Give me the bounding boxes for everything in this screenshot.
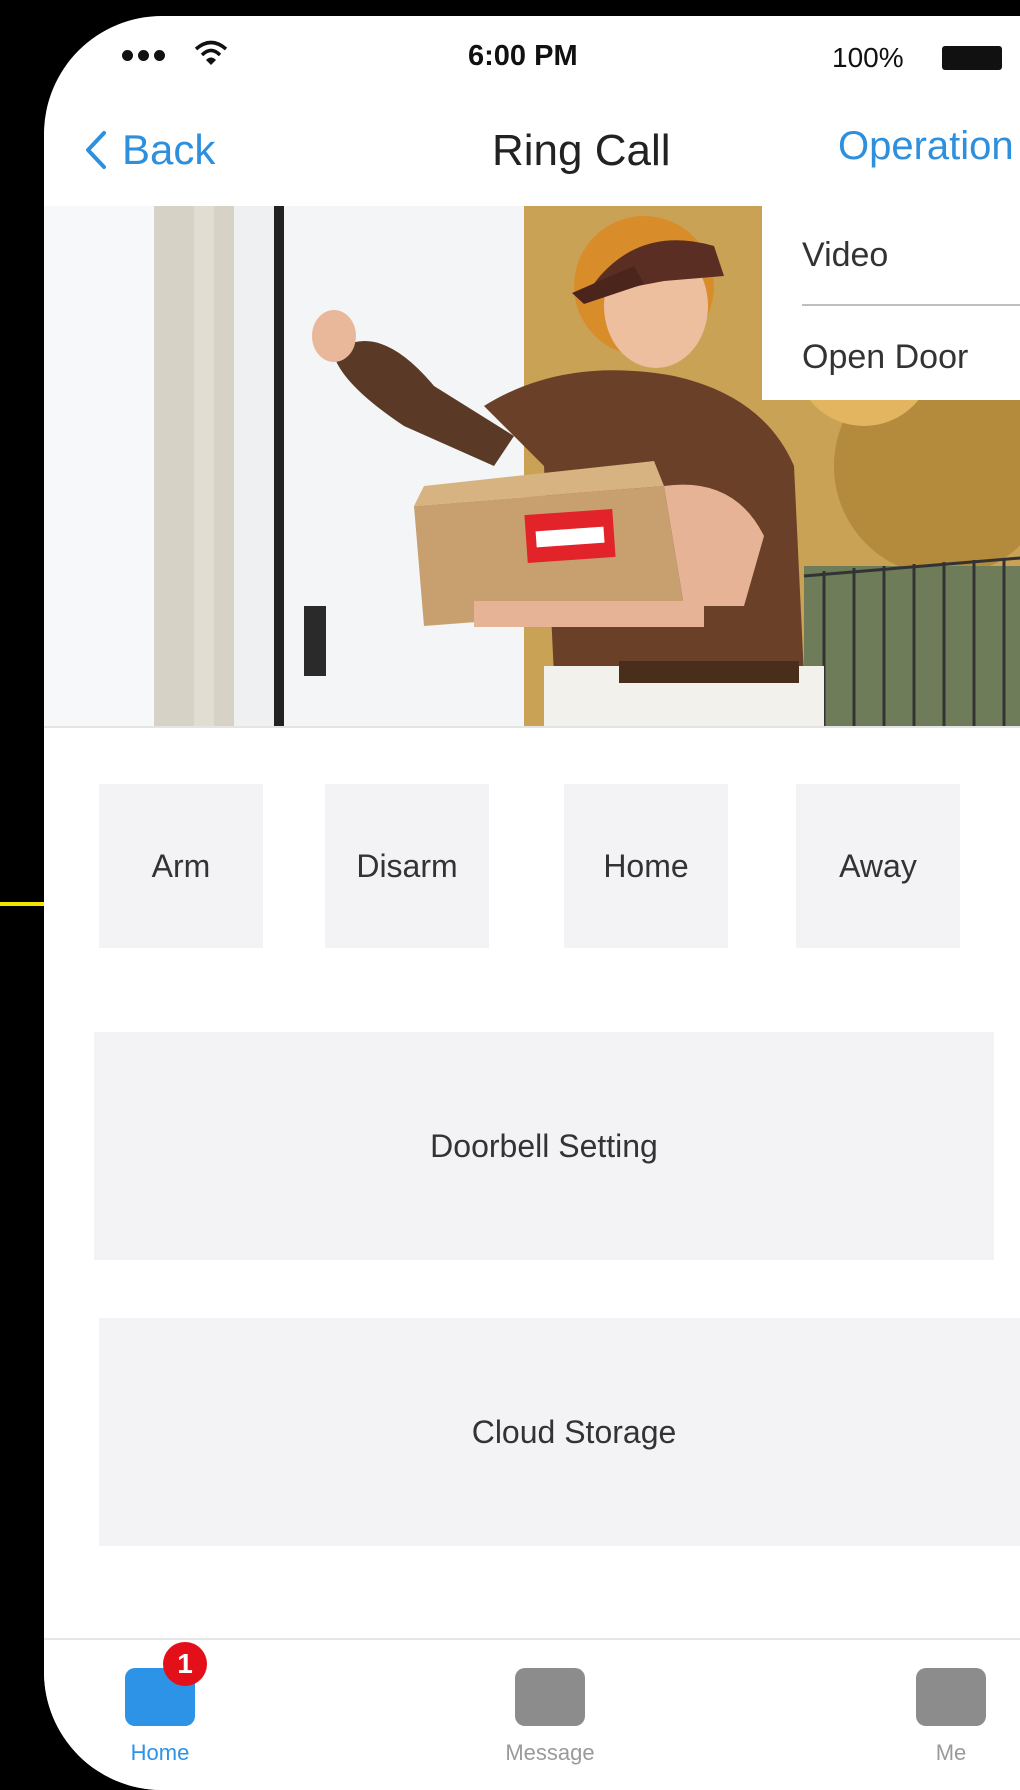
menu-item-video[interactable]: Video [802, 236, 888, 275]
battery-icon [942, 46, 1002, 70]
wifi-icon [194, 40, 228, 65]
status-time: 6:00 PM [468, 40, 578, 72]
operation-dropdown-menu: Video Open Door [762, 204, 1020, 400]
video-divider [44, 726, 1020, 728]
cloud-storage-button[interactable]: Cloud Storage [99, 1318, 1020, 1546]
bottom-tab-bar: 1 Home Message Me [44, 1638, 1020, 1790]
tab-message[interactable]: Message [480, 1668, 620, 1766]
menu-item-open-door[interactable]: Open Door [802, 338, 968, 377]
disarm-button[interactable]: Disarm [325, 784, 489, 948]
navigation-bar: Back Ring Call Operation [44, 96, 1020, 208]
menu-divider [802, 304, 1020, 306]
tab-me[interactable]: Me [881, 1668, 1020, 1766]
back-label: Back [122, 126, 216, 173]
arm-button[interactable]: Arm [99, 784, 263, 948]
message-tab-icon [515, 1668, 585, 1726]
phone-screen: 6:00 PM 100% Back Ring Call Operation Vi… [44, 16, 1020, 1790]
home-tab-icon: 1 [125, 1642, 207, 1726]
battery-percent: 100% [832, 42, 904, 73]
operation-button[interactable]: Operation [838, 124, 1014, 169]
tab-label-me: Me [935, 1740, 967, 1765]
accent-marker-line [0, 902, 46, 906]
notification-badge: 1 [163, 1642, 207, 1686]
signal-dots-icon [122, 50, 165, 61]
tab-home[interactable]: 1 Home [90, 1642, 230, 1766]
page-title: Ring Call [492, 126, 671, 175]
home-mode-button[interactable]: Home [564, 784, 728, 948]
back-chevron-icon [86, 131, 106, 169]
away-button[interactable]: Away [796, 784, 960, 948]
me-tab-icon [916, 1668, 986, 1726]
back-button[interactable]: Back [84, 126, 215, 174]
tab-label-home: Home [130, 1740, 190, 1765]
doorbell-setting-button[interactable]: Doorbell Setting [94, 1032, 994, 1260]
status-bar: 6:00 PM 100% [44, 16, 1020, 96]
tab-label-message: Message [505, 1740, 595, 1765]
